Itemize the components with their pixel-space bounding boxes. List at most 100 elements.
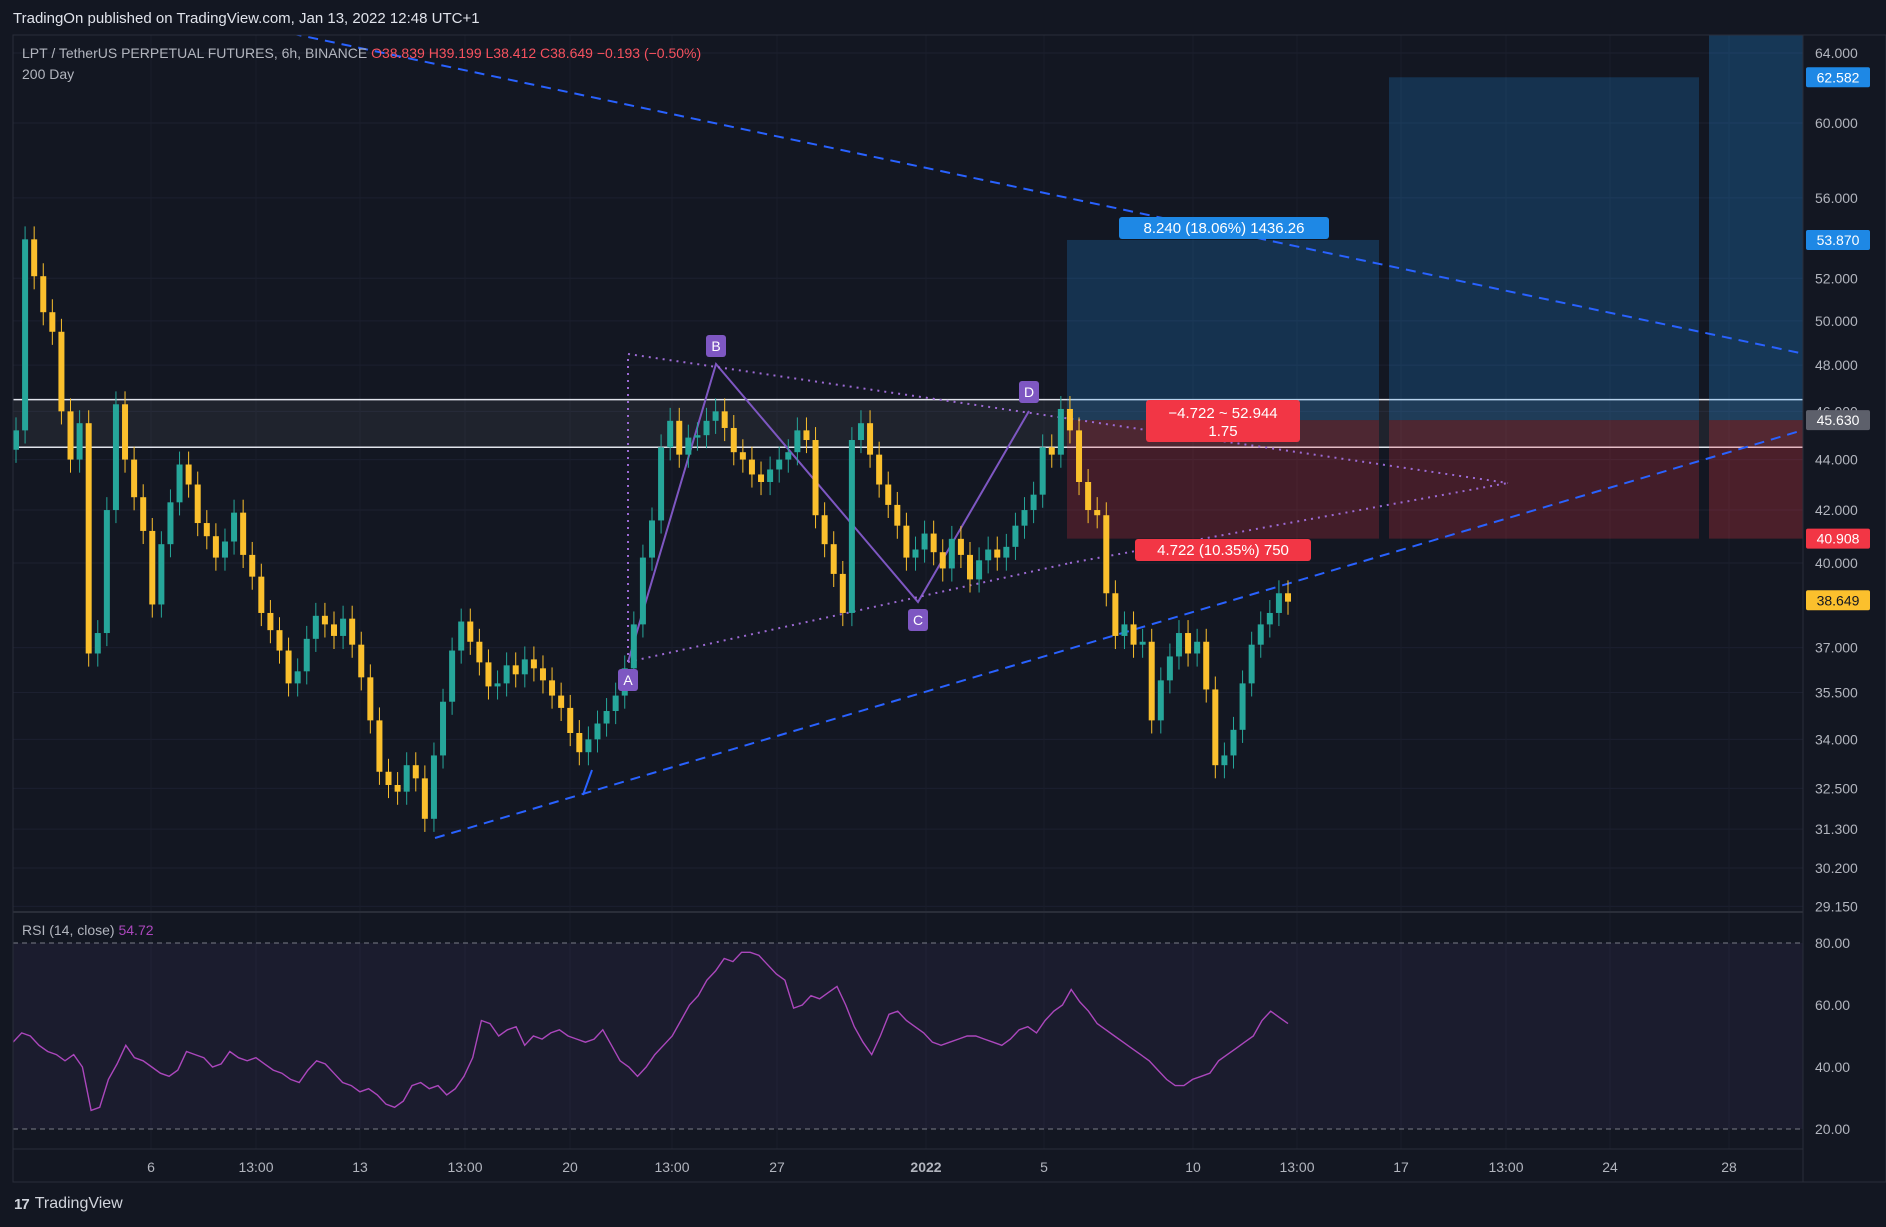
- time-tick-label: 13:00: [447, 1159, 482, 1175]
- candle-body: [903, 525, 910, 558]
- price-tick-label: 42.000: [1815, 502, 1858, 518]
- candle-body: [1203, 641, 1210, 690]
- ratio-label: 1.75: [1208, 423, 1237, 440]
- rsi-tick-label: 80.00: [1815, 935, 1850, 951]
- price-tick-label: 60.000: [1815, 115, 1858, 131]
- candle-body: [367, 677, 374, 721]
- time-tick-label: 13:00: [1279, 1159, 1314, 1175]
- candle-body: [421, 778, 428, 819]
- candle-body: [140, 497, 147, 531]
- candle-body: [294, 671, 301, 684]
- tradingview-logo-icon: 17: [14, 1195, 30, 1213]
- ohlc-change: −0.193 (−0.50%): [596, 45, 702, 61]
- target-zone: [1067, 239, 1379, 421]
- candle-body: [176, 464, 183, 503]
- candle-body: [848, 440, 855, 613]
- target-zone-3: [1709, 35, 1803, 421]
- candle-body: [194, 484, 201, 524]
- candle-body: [1275, 593, 1282, 613]
- candle-body: [13, 430, 19, 450]
- candle-body: [358, 644, 365, 678]
- candle-body: [440, 701, 447, 756]
- candle-body: [1194, 641, 1201, 654]
- candle-body: [1212, 689, 1219, 766]
- price-tick-label: 31.300: [1815, 821, 1858, 837]
- candle-body: [321, 615, 328, 625]
- tradingview-footer[interactable]: 17 TradingView: [14, 1195, 123, 1213]
- candle-body: [485, 662, 492, 687]
- candle-body: [1257, 624, 1264, 645]
- candle-body: [58, 331, 65, 412]
- rsi-axis: 80.00 60.00 40.00 20.00: [1815, 935, 1850, 1137]
- time-tick-label: 2022: [910, 1159, 941, 1175]
- candle-body: [503, 665, 510, 684]
- candle-body: [40, 276, 47, 313]
- ma-indicator-legend[interactable]: 200 Day: [22, 66, 74, 82]
- candle-body: [312, 615, 319, 639]
- candle-body: [1139, 641, 1146, 645]
- candle-body: [649, 520, 655, 558]
- candle-body: [112, 404, 119, 511]
- candle-body: [1266, 612, 1273, 625]
- candle-body: [776, 459, 783, 470]
- candle-body: [122, 404, 129, 460]
- candle-body: [794, 430, 801, 453]
- symbol-name: LPT / TetherUS PERPETUAL FUTURES, 6h, BI…: [22, 45, 368, 61]
- chart-canvas[interactable]: A B C D 64.000 60.000 56.000 52.000 50.000 48.00…: [0, 0, 1886, 1227]
- candle-body: [467, 621, 474, 642]
- candle-body: [449, 650, 456, 702]
- candle-body: [22, 239, 29, 431]
- candle-body: [376, 720, 383, 772]
- candle-body: [1239, 683, 1246, 730]
- candle-body: [821, 515, 828, 545]
- candle-body: [258, 576, 265, 613]
- rsi-band: [13, 943, 1803, 1129]
- candle-body: [1085, 481, 1092, 511]
- time-tick-label: 24: [1602, 1159, 1618, 1175]
- candle-body: [658, 447, 665, 521]
- price-tick-label: 52.000: [1815, 270, 1858, 286]
- candle-body: [1012, 525, 1019, 547]
- candle-body: [167, 502, 174, 545]
- rsi-legend[interactable]: RSI (14, close) 54.72: [22, 922, 154, 938]
- price-tick-label: 64.000: [1815, 45, 1858, 61]
- rsi-tick-label: 60.00: [1815, 997, 1850, 1013]
- candle-body: [585, 739, 592, 753]
- candle-body: [49, 312, 56, 332]
- candle-body: [1175, 633, 1182, 657]
- candle-body: [221, 541, 228, 558]
- price-tick-label: 56.000: [1815, 190, 1858, 206]
- candle-body: [158, 544, 165, 605]
- candle-body: [876, 454, 883, 485]
- candle-body: [767, 469, 774, 482]
- candle-body: [276, 630, 283, 651]
- price-axis: 64.00060.00056.00052.00050.00048.00046.0…: [1815, 45, 1858, 914]
- candle-body: [857, 423, 864, 441]
- entry-label: −4.722 ~ 52.944: [1168, 405, 1277, 422]
- candle-body: [785, 452, 792, 460]
- candle-body: [131, 459, 138, 498]
- candle-body: [1066, 408, 1073, 431]
- candle-body: [976, 560, 983, 580]
- candle-body: [703, 420, 710, 436]
- candle-body: [512, 665, 519, 675]
- time-tick-label: 13:00: [1488, 1159, 1523, 1175]
- tradingview-brand: TradingView: [34, 1195, 123, 1212]
- candle-body: [1285, 593, 1291, 602]
- candle-body: [594, 723, 601, 740]
- candle-body: [249, 554, 256, 577]
- candle-body: [630, 624, 637, 669]
- price-tick-label: 37.000: [1815, 640, 1858, 656]
- target-zone-2: [1389, 77, 1699, 421]
- candle-body: [385, 771, 392, 785]
- candle-body: [430, 755, 437, 819]
- candle-body: [1157, 680, 1164, 721]
- price-tick-label: 32.500: [1815, 780, 1858, 796]
- symbol-legend[interactable]: LPT / TetherUS PERPETUAL FUTURES, 6h, BI…: [22, 45, 701, 61]
- candle-body: [1103, 515, 1110, 594]
- candle-body: [967, 554, 973, 580]
- candle-body: [458, 621, 465, 651]
- price-label-value: 53.870: [1817, 232, 1860, 248]
- candle-body: [576, 732, 583, 753]
- price-tick-label: 29.150: [1815, 898, 1858, 914]
